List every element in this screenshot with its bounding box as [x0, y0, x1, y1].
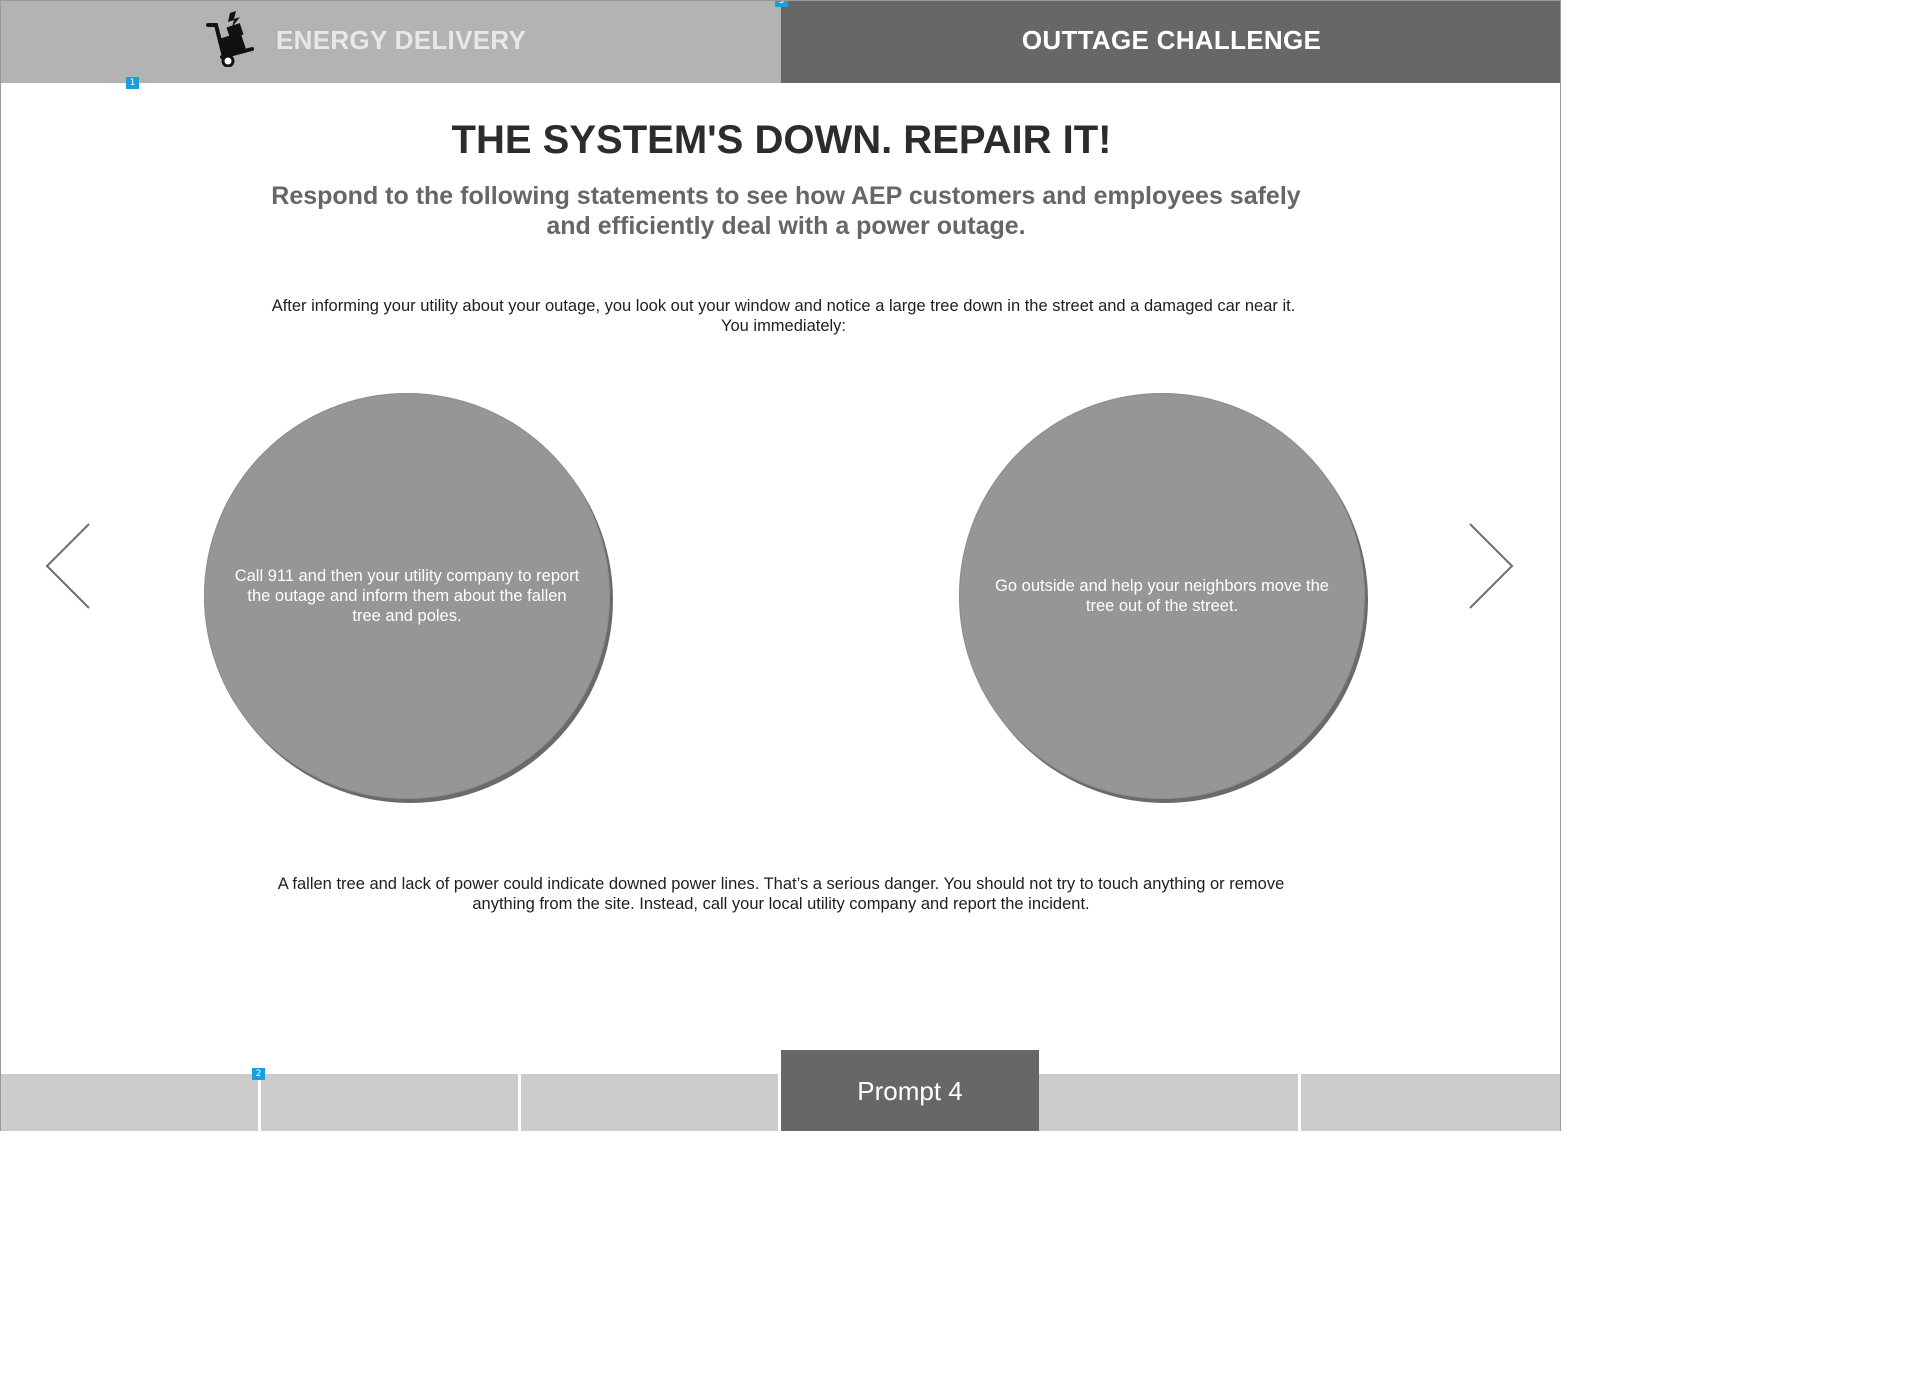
section-title: ENERGY DELIVERY: [276, 25, 527, 55]
outage-challenge-screen: ENERGY DELIVERY OUTTAGE CHALLENGE 1 3 TH…: [0, 0, 1561, 1131]
prompt-navigation-bar: Prompt 4 2: [1, 1050, 1560, 1131]
header-section-bar: ENERGY DELIVERY: [1, 1, 781, 83]
hand-truck-icon: [206, 11, 254, 67]
page-title: THE SYSTEM'S DOWN. REPAIR IT!: [451, 118, 1112, 162]
prompt-tab-6[interactable]: [1301, 1074, 1560, 1131]
prompt-tab-2[interactable]: [261, 1074, 521, 1131]
prompt-tab-5[interactable]: [1039, 1074, 1301, 1131]
answer-option-a[interactable]: Call 911 and then your utility company t…: [204, 393, 610, 799]
hotspot-marker[interactable]: 3: [775, 1, 788, 7]
chevron-left-icon[interactable]: [43, 521, 93, 611]
hotspot-marker[interactable]: 2: [252, 1068, 265, 1080]
answer-option-text: Call 911 and then your utility company t…: [234, 567, 580, 625]
feedback-text: A fallen tree and lack of power could in…: [277, 875, 1285, 913]
page-subtitle: Respond to the following statements to s…: [271, 182, 1301, 240]
challenge-title: OUTTAGE CHALLENGE: [1021, 25, 1322, 55]
answer-option-text: Go outside and help your neighbors move …: [995, 577, 1329, 615]
prompt-tab-1[interactable]: [1, 1074, 261, 1131]
answer-option-b[interactable]: Go outside and help your neighbors move …: [959, 393, 1365, 799]
chevron-right-icon[interactable]: [1466, 521, 1516, 611]
prompt-tab-4-active[interactable]: Prompt 4: [781, 1050, 1039, 1131]
prompt-tab-3[interactable]: [521, 1074, 781, 1131]
question-text: After informing your utility about your …: [271, 297, 1296, 335]
hotspot-marker[interactable]: 1: [126, 77, 139, 89]
